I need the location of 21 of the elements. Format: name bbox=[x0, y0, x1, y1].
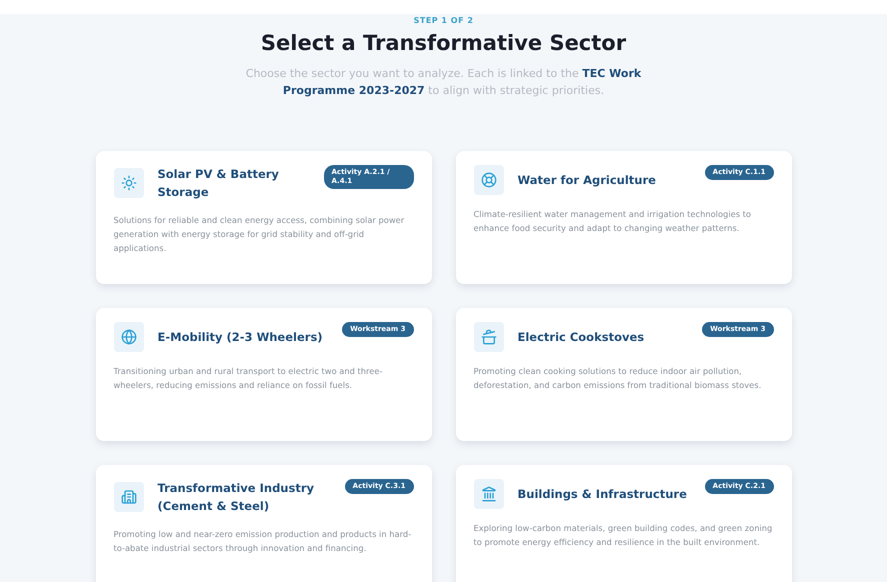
lifebuoy-icon bbox=[474, 165, 504, 195]
sector-description: Promoting low and near-zero emission production and products in hard-to-abate industrial sectors through innovation and financing. bbox=[114, 528, 412, 555]
globe-icon bbox=[114, 322, 144, 352]
sector-title: Solar PV & Battery Storage bbox=[158, 166, 280, 201]
page-title: Select a Transformative Sector bbox=[260, 31, 626, 55]
sector-title: E-Mobility (2-3 Wheelers) bbox=[158, 329, 324, 346]
sector-description: Solutions for reliable and clean energy access, combining solar power generation with energy storage for grid stability and off-grid applications. bbox=[114, 214, 406, 255]
cooking-pot-icon bbox=[474, 322, 504, 352]
sun-icon bbox=[114, 168, 144, 198]
building-icon bbox=[114, 482, 144, 512]
sector-description: Exploring low-carbon materials, green building codes, and green zoning to promote energy efficiency and resilience in the built environment. bbox=[474, 522, 774, 549]
sector-title: Transformative Industry (Cement & Steel) bbox=[158, 480, 315, 515]
intro-text: Choose the sector you want to analyze. Each is linked to the TEC Work Programme 2023-2027 to align with strategic priorities. bbox=[244, 66, 642, 99]
sector-description: Transitioning urban and rural transport to electric two and three-wheelers, reducing emissions and reliance on fossil fuels. bbox=[114, 365, 384, 392]
sector-title: Buildings & Infrastructure bbox=[518, 486, 688, 503]
sector-title: Water for Agriculture bbox=[518, 172, 657, 189]
sector-description: Promoting clean cooking solutions to reduce indoor air pollution, deforestation, and carbon emissions from traditional biomass stoves. bbox=[474, 365, 762, 392]
step-indicator: STEP 1 OF 2 bbox=[414, 16, 474, 25]
landmark-icon bbox=[474, 479, 504, 509]
sector-description: Climate-resilient water management and irrigation technologies to enhance food security and adapt to changing weather patterns. bbox=[474, 208, 752, 235]
sector-title: Electric Cookstoves bbox=[518, 329, 646, 346]
